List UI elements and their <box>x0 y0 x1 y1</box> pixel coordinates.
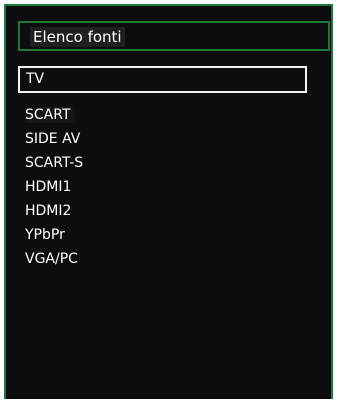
source-item-label: TV <box>26 71 45 87</box>
panel-title: Elenco fonti <box>30 27 125 47</box>
source-item-ypbpr[interactable]: YPbPr <box>18 223 308 247</box>
source-item-label: HDMI1 <box>25 179 72 195</box>
source-list: TV SCART SIDE AV SCART-S HDMI1 HDMI2 YPb… <box>18 66 308 271</box>
title-bar: Elenco fonti <box>18 21 330 51</box>
source-item-vga-pc[interactable]: VGA/PC <box>18 247 308 271</box>
source-item-side-av[interactable]: SIDE AV <box>18 127 308 151</box>
source-item-label: SIDE AV <box>25 131 81 147</box>
source-list-panel: Elenco fonti TV SCART SIDE AV SCART-S HD… <box>4 4 333 399</box>
source-item-hdmi1[interactable]: HDMI1 <box>18 175 308 199</box>
source-item-tv[interactable]: TV <box>18 66 307 93</box>
source-item-label: YPbPr <box>25 227 65 243</box>
source-item-label: SCART-S <box>25 155 84 171</box>
source-item-scart[interactable]: SCART <box>18 103 308 127</box>
source-item-hdmi2[interactable]: HDMI2 <box>18 199 308 223</box>
source-item-label: VGA/PC <box>25 251 78 267</box>
source-item-label: HDMI2 <box>25 203 72 219</box>
source-item-label: SCART <box>25 107 75 123</box>
source-item-scart-s[interactable]: SCART-S <box>18 151 308 175</box>
